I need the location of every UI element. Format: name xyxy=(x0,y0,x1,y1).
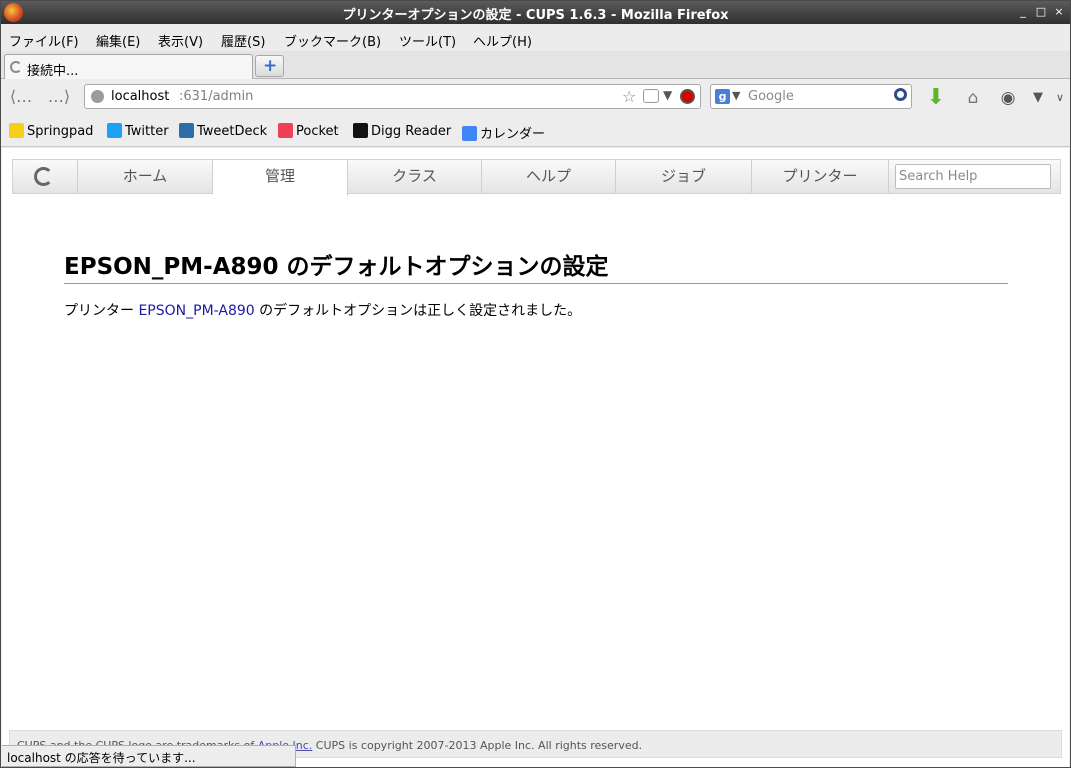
twitter-icon xyxy=(107,123,122,138)
search-help-input[interactable]: Search Help xyxy=(895,164,1051,189)
menu-file[interactable]: ファイル(F) xyxy=(9,31,79,50)
maximize-button[interactable]: □ xyxy=(1034,5,1048,19)
google-icon[interactable]: g xyxy=(715,89,730,104)
overflow-chevron-icon[interactable]: ∨ xyxy=(1049,87,1070,109)
new-tab-button[interactable]: + xyxy=(255,55,284,77)
status-bar: localhost の応答を待っています... xyxy=(2,745,296,767)
menu-tools[interactable]: ツール(T) xyxy=(399,31,456,50)
status-message: プリンター EPSON_PM-A890 のデフォルトオプションは正しく設定されま… xyxy=(64,303,582,319)
url-bar[interactable]: localhost :631/admin ☆ ▼ xyxy=(84,84,701,109)
menu-history[interactable]: 履歴(S) xyxy=(221,31,265,50)
addon-icon[interactable]: ◉ xyxy=(997,87,1019,109)
menu-help[interactable]: ヘルプ(H) xyxy=(473,31,532,50)
cups-logo[interactable] xyxy=(13,160,78,193)
tweetdeck-icon xyxy=(179,123,194,138)
calendar-icon xyxy=(462,126,477,141)
chevron-down-icon[interactable]: ▼ xyxy=(663,88,672,102)
bookmark-twitter[interactable]: Twitter xyxy=(107,123,169,139)
springpad-icon xyxy=(9,123,24,138)
engine-dropdown-icon[interactable]: ▼ xyxy=(732,89,740,102)
bookmark-digg-reader[interactable]: Digg Reader xyxy=(353,123,451,139)
bookmark-star-icon[interactable]: ☆ xyxy=(622,87,636,106)
nav-classes[interactable]: クラス xyxy=(348,160,482,193)
digg-icon xyxy=(353,123,368,138)
back-button[interactable]: ⟨… xyxy=(7,85,35,109)
nav-printers[interactable]: プリンター xyxy=(752,160,889,193)
pocket-toolbar-icon[interactable]: ▼ xyxy=(1027,87,1049,109)
forward-button[interactable]: …⟩ xyxy=(45,85,73,109)
page-content: ホーム 管理 クラス ヘルプ ジョブ プリンター Search Help EPS… xyxy=(2,148,1069,767)
search-icon[interactable] xyxy=(894,88,907,101)
cups-logo-icon xyxy=(34,167,53,186)
download-icon[interactable]: ⬇ xyxy=(925,87,947,109)
menu-bar: ファイル(F) 編集(E) 表示(V) 履歴(S) ブックマーク(B) ツール(… xyxy=(1,24,1070,51)
record-icon[interactable] xyxy=(680,89,695,104)
status-text: localhost の応答を待っています... xyxy=(7,751,196,765)
bookmark-pocket[interactable]: Pocket xyxy=(278,123,339,139)
minimize-button[interactable]: _ xyxy=(1016,5,1030,19)
menu-view[interactable]: 表示(V) xyxy=(158,31,203,50)
globe-icon xyxy=(91,90,104,103)
loading-spinner-icon xyxy=(10,61,22,73)
menu-bookmarks[interactable]: ブックマーク(B) xyxy=(284,31,381,50)
nav-jobs[interactable]: ジョブ xyxy=(616,160,752,193)
plus-icon: + xyxy=(263,56,278,76)
browser-window: プリンターオプションの設定 - CUPS 1.6.3 - Mozilla Fir… xyxy=(0,0,1071,768)
nav-help[interactable]: ヘルプ xyxy=(482,160,616,193)
tab-current[interactable]: 接続中... xyxy=(4,54,253,80)
printer-link[interactable]: EPSON_PM-A890 xyxy=(138,303,254,319)
navigation-toolbar: ⟨… …⟩ localhost :631/admin ☆ ▼ g ▼ Googl… xyxy=(1,79,1070,115)
cups-navbar: ホーム 管理 クラス ヘルプ ジョブ プリンター Search Help xyxy=(12,159,1061,196)
bookmarks-toolbar: Springpad Twitter TweetDeck Pocket Digg … xyxy=(1,115,1070,147)
menu-edit[interactable]: 編集(E) xyxy=(96,31,140,50)
bookmark-springpad[interactable]: Springpad xyxy=(9,123,93,139)
search-help-placeholder: Search Help xyxy=(899,169,978,184)
tab-label: 接続中... xyxy=(27,64,79,79)
bookmark-calendar[interactable]: カレンダー xyxy=(462,123,545,142)
search-box[interactable]: g ▼ Google xyxy=(710,84,912,109)
search-placeholder: Google xyxy=(748,89,794,104)
nav-admin[interactable]: 管理 xyxy=(213,160,348,196)
url-path: :631/admin xyxy=(179,89,254,104)
bookmark-tweetdeck[interactable]: TweetDeck xyxy=(179,123,267,139)
url-host: localhost xyxy=(111,89,170,104)
pocket-bookmark-icon xyxy=(278,123,293,138)
nav-home[interactable]: ホーム xyxy=(78,160,213,193)
page-title: EPSON_PM-A890 のデフォルトオプションの設定 xyxy=(64,247,1008,284)
close-button[interactable]: × xyxy=(1052,5,1066,19)
pocket-icon[interactable] xyxy=(643,89,659,103)
tab-bar: 接続中... + xyxy=(1,51,1070,80)
window-title: プリンターオプションの設定 - CUPS 1.6.3 - Mozilla Fir… xyxy=(342,8,729,23)
home-icon[interactable]: ⌂ xyxy=(962,87,984,109)
title-bar: プリンターオプションの設定 - CUPS 1.6.3 - Mozilla Fir… xyxy=(1,1,1070,24)
